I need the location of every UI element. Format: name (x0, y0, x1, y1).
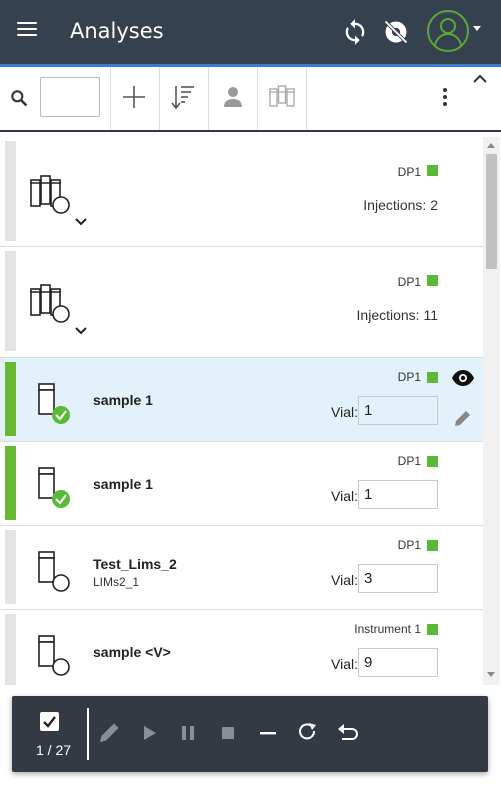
status-indicator (427, 372, 438, 383)
instrument-label: DP1 (397, 275, 421, 289)
toolbar-divider (306, 67, 307, 130)
vial-group-icon (30, 284, 70, 323)
vial-pending-icon (38, 635, 70, 676)
scroll-thumb[interactable] (486, 154, 497, 269)
vial-group-icon[interactable] (266, 81, 298, 113)
vial-field[interactable] (358, 564, 438, 593)
redo-icon[interactable] (295, 720, 321, 746)
list-scrollbar[interactable] (483, 137, 500, 685)
app-header: Analyses (0, 0, 501, 64)
sample-subtitle: LIMs2_1 (93, 575, 140, 589)
select-all-checkbox[interactable] (40, 712, 59, 731)
sample-row[interactable]: sample <V> Instrument 1 Vial: (0, 610, 483, 685)
app: Analyses DP1 Injections: 2 DP1 Injection… (0, 0, 501, 785)
eye-icon[interactable] (451, 370, 475, 386)
sort-icon[interactable] (168, 81, 200, 113)
analysis-group-row[interactable]: DP1 Injections: 11 (0, 247, 483, 358)
search-input[interactable] (40, 77, 100, 117)
sample-name: sample 1 (93, 476, 153, 492)
vial-label: Vial: (331, 404, 358, 420)
scroll-up-arrow-icon[interactable] (487, 143, 495, 148)
play-icon[interactable] (136, 720, 162, 746)
vial-checked-icon (38, 383, 70, 424)
collapse-up-icon[interactable] (471, 71, 489, 87)
row-status-bar (5, 614, 16, 685)
search-icon[interactable] (9, 88, 29, 108)
injections-count: Injections: 2 (363, 197, 438, 213)
user-avatar-icon (434, 18, 462, 46)
selection-count: 1 / 27 (36, 742, 72, 758)
instrument-label: DP1 (397, 370, 421, 384)
expand-chevron-icon[interactable] (74, 326, 88, 336)
status-indicator (427, 624, 438, 635)
hamburger-menu-icon[interactable] (17, 22, 43, 42)
vial-group-icon (30, 175, 70, 214)
user-avatar[interactable] (427, 10, 469, 52)
row-status-bar (5, 530, 16, 604)
instrument-label: Instrument 1 (354, 622, 421, 636)
status-indicator (427, 540, 438, 551)
analyses-list: DP1 Injections: 2 DP1 Injections: 11 sam… (0, 137, 483, 685)
sample-name: sample 1 (93, 392, 153, 408)
injections-count: Injections: 11 (356, 307, 438, 323)
toolbar-divider (159, 67, 160, 130)
minus-icon[interactable] (255, 720, 281, 746)
instrument-label: DP1 (397, 454, 421, 468)
vial-label: Vial: (331, 572, 358, 588)
row-status-bar (5, 141, 16, 241)
sample-row[interactable]: sample 1 DP1 Vial: (0, 358, 483, 442)
sync-icon[interactable] (341, 18, 369, 46)
visibility-off-icon[interactable] (382, 18, 410, 46)
status-indicator (427, 275, 438, 286)
vial-label: Vial: (331, 488, 358, 504)
vial-label: Vial: (331, 656, 358, 672)
row-status-bar (5, 362, 16, 436)
vial-field[interactable] (358, 396, 438, 425)
instrument-label: DP1 (397, 538, 421, 552)
selection-action-bar: 1 / 27 (12, 696, 488, 772)
analysis-group-row[interactable]: DP1 Injections: 2 (0, 137, 483, 247)
status-indicator (427, 165, 438, 176)
status-indicator (427, 456, 438, 467)
undo-icon[interactable] (335, 720, 361, 746)
row-status-bar (5, 251, 16, 351)
vial-field[interactable] (358, 480, 438, 509)
vial-checked-icon (38, 467, 70, 508)
person-icon[interactable] (217, 81, 249, 113)
sample-row[interactable]: Test_Lims_2 LIMs2_1 DP1 Vial: (0, 526, 483, 610)
add-icon[interactable] (118, 81, 150, 113)
sample-name: Test_Lims_2 (93, 556, 177, 572)
toolbar (0, 67, 501, 132)
toolbar-divider (110, 67, 111, 130)
stop-icon[interactable] (215, 720, 241, 746)
more-vert-icon[interactable] (436, 85, 454, 111)
edit-icon[interactable] (453, 408, 473, 428)
row-status-bar (5, 446, 16, 520)
toolbar-divider (208, 67, 209, 130)
expand-chevron-icon[interactable] (74, 217, 88, 227)
pause-icon[interactable] (175, 720, 201, 746)
instrument-label: DP1 (397, 165, 421, 179)
vial-field[interactable] (358, 648, 438, 677)
checkmark-icon (43, 716, 56, 728)
sample-name: sample <V> (93, 644, 171, 660)
page-title: Analyses (70, 19, 164, 43)
action-bar-divider (87, 708, 89, 760)
vial-pending-icon (38, 551, 70, 592)
sample-row[interactable]: sample 1 DP1 Vial: (0, 442, 483, 526)
avatar-dropdown-caret-icon[interactable] (473, 26, 481, 31)
edit-icon[interactable] (96, 720, 122, 746)
scroll-down-arrow-icon[interactable] (487, 672, 495, 677)
toolbar-divider (257, 67, 258, 130)
